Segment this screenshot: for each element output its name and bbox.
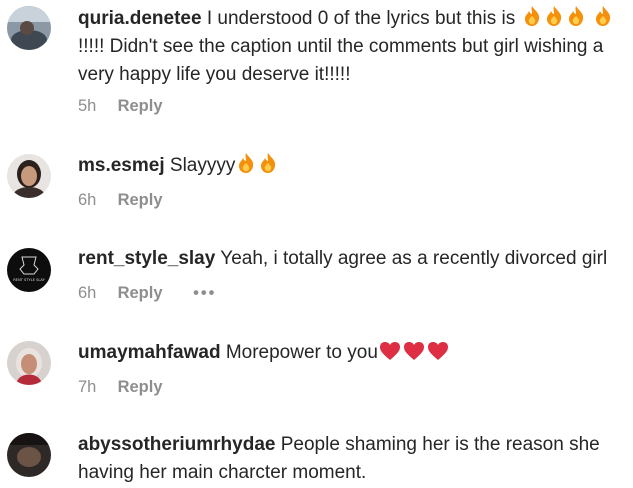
avatar[interactable] bbox=[7, 154, 51, 198]
timestamp: 6h bbox=[78, 191, 97, 209]
reply-button[interactable]: Reply bbox=[118, 97, 163, 115]
avatar[interactable] bbox=[7, 6, 51, 50]
comment-body: Slayyyy bbox=[164, 155, 236, 176]
reply-button[interactable]: Reply bbox=[118, 284, 163, 302]
comment-text: ms.esmej Slayyyy bbox=[78, 152, 625, 180]
username[interactable]: quria.denetee bbox=[78, 8, 202, 29]
avatar[interactable]: RENT STYLE SLAY bbox=[7, 248, 51, 292]
comment-body: Morepower to you bbox=[220, 342, 378, 363]
more-options-icon[interactable]: ••• bbox=[193, 284, 216, 303]
timestamp: 6h bbox=[78, 284, 97, 302]
reply-button[interactable]: Reply bbox=[118, 191, 163, 209]
timestamp: 5h bbox=[78, 97, 97, 115]
comment-text: rent_style_slay Yeah, i totally agree as… bbox=[78, 245, 625, 273]
username[interactable]: umaymahfawad bbox=[78, 342, 221, 363]
comment-text: abyssotheriumrhydae People shaming her i… bbox=[78, 431, 625, 487]
comment-body-continued: !!!!! Didn't see the caption until the c… bbox=[78, 36, 604, 85]
comment-body: Yeah, i totally agree as a recently divo… bbox=[215, 248, 608, 269]
comment-meta: 7h Reply bbox=[78, 378, 163, 397]
fire-emoji-icon bbox=[235, 153, 279, 176]
avatar-logo-text: RENT STYLE SLAY bbox=[13, 278, 45, 282]
comment-meta: 6h Reply bbox=[78, 191, 163, 210]
avatar[interactable] bbox=[7, 341, 51, 385]
comment-meta: 5h Reply bbox=[78, 97, 163, 116]
comment-meta: 6h Reply ••• bbox=[78, 284, 216, 303]
reply-button[interactable]: Reply bbox=[118, 378, 163, 396]
avatar[interactable] bbox=[7, 433, 51, 477]
username[interactable]: ms.esmej bbox=[78, 155, 165, 176]
username[interactable]: rent_style_slay bbox=[78, 248, 215, 269]
timestamp: 7h bbox=[78, 378, 97, 396]
comment-body: I understood 0 of the lyrics but this is bbox=[201, 8, 516, 29]
red-heart-emoji-icon bbox=[378, 342, 450, 363]
comment-text: umaymahfawad Morepower to you bbox=[78, 339, 625, 367]
fire-emoji-icon bbox=[515, 6, 614, 29]
username[interactable]: abyssotheriumrhydae bbox=[78, 434, 275, 455]
comment-text: quria.denetee I understood 0 of the lyri… bbox=[78, 5, 625, 89]
